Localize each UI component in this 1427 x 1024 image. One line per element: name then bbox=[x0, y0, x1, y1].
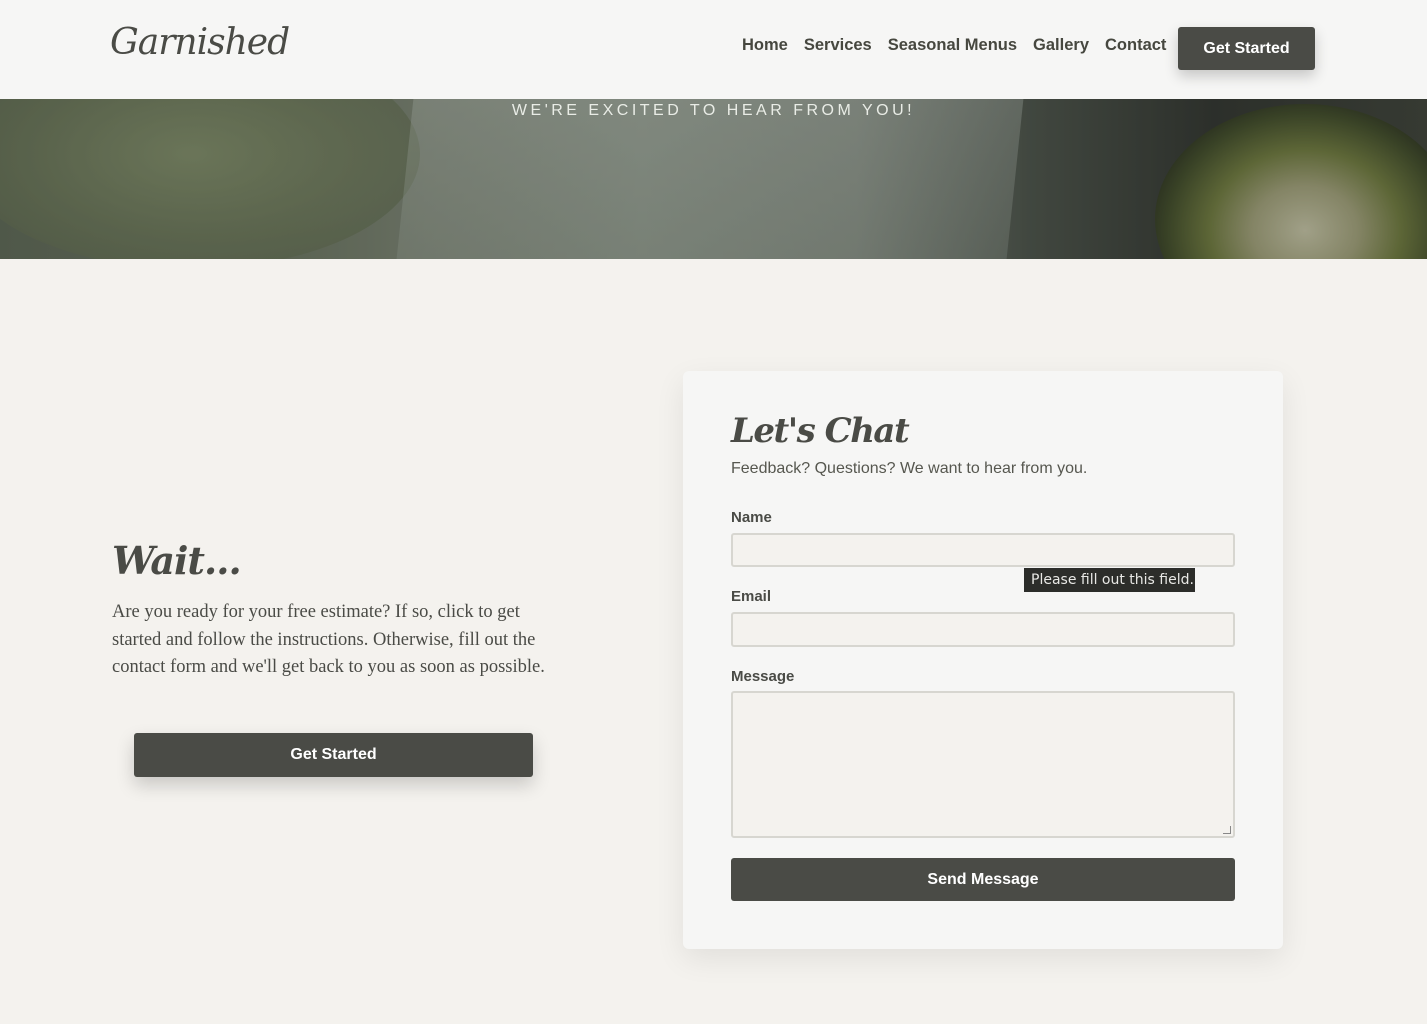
get-started-button[interactable]: Get Started bbox=[134, 733, 533, 777]
message-label: Message bbox=[731, 668, 795, 685]
resize-handle-icon[interactable] bbox=[1223, 826, 1231, 834]
name-field[interactable] bbox=[731, 533, 1235, 567]
main-nav: Home Services Seasonal Menus Gallery Con… bbox=[742, 36, 1166, 55]
header-get-started-button[interactable]: Get Started bbox=[1178, 27, 1315, 70]
hero-banner: WE'RE EXCITED TO HEAR FROM YOU! bbox=[0, 99, 1427, 259]
send-message-button[interactable]: Send Message bbox=[731, 858, 1235, 901]
nav-gallery[interactable]: Gallery bbox=[1033, 36, 1089, 55]
validation-tooltip: Please fill out this field. bbox=[1024, 568, 1195, 592]
nav-home[interactable]: Home bbox=[742, 36, 788, 55]
nav-contact[interactable]: Contact bbox=[1105, 36, 1166, 55]
logo[interactable]: Garnished bbox=[110, 22, 290, 63]
contact-form-card: Let's Chat Feedback? Questions? We want … bbox=[683, 371, 1283, 949]
nav-services[interactable]: Services bbox=[804, 36, 872, 55]
name-label: Name bbox=[731, 509, 772, 526]
site-header: Garnished Home Services Seasonal Menus G… bbox=[0, 0, 1427, 99]
wait-description: Are you ready for your free estimate? If… bbox=[112, 602, 545, 677]
email-field[interactable] bbox=[731, 612, 1235, 647]
nav-seasonal-menus[interactable]: Seasonal Menus bbox=[888, 36, 1017, 55]
form-title: Let's Chat bbox=[731, 411, 910, 451]
hero-tagline: WE'RE EXCITED TO HEAR FROM YOU! bbox=[511, 102, 916, 119]
message-field[interactable] bbox=[731, 691, 1235, 838]
email-label: Email bbox=[731, 588, 772, 605]
form-subtitle: Feedback? Questions? We want to hear fro… bbox=[731, 460, 1088, 477]
wait-heading: Wait... bbox=[112, 538, 242, 583]
